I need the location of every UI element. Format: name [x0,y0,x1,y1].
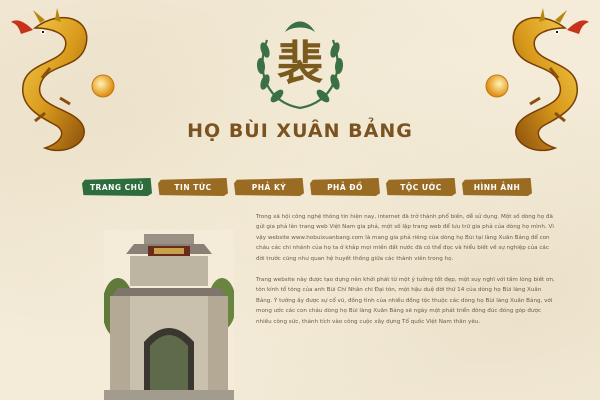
main-navigation: TRANG CHỦ TIN TỨC PHẢ KÝ PHẢ ĐỒ TỘC ƯỚC … [82,178,532,196]
nav-item-pha-do[interactable]: PHẢ ĐỒ [310,178,380,196]
nav-item-home[interactable]: TRANG CHỦ [82,178,152,196]
nav-item-pha-ky[interactable]: PHẢ KÝ [234,178,304,196]
clan-emblem-icon[interactable]: 裴 [245,10,355,120]
logo-character: 裴 [277,36,323,90]
nav-item-news[interactable]: TIN TỨC [158,178,228,196]
nav-item-toc-uoc[interactable]: TỘC ƯỚC [386,178,456,196]
intro-paragraph: Trong xã hội công nghệ thông tin hiện na… [256,214,554,262]
site-title: HỌ BÙI XUÂN BẢNG [187,120,413,142]
ancestral-gate-photo [104,230,234,400]
intro-paragraph: Trang website này được tạo dựng nên khởi… [256,277,555,325]
intro-text: Trong xã hội công nghệ thông tin hiện na… [256,212,556,338]
nav-item-gallery[interactable]: HÌNH ẢNH [462,178,532,196]
